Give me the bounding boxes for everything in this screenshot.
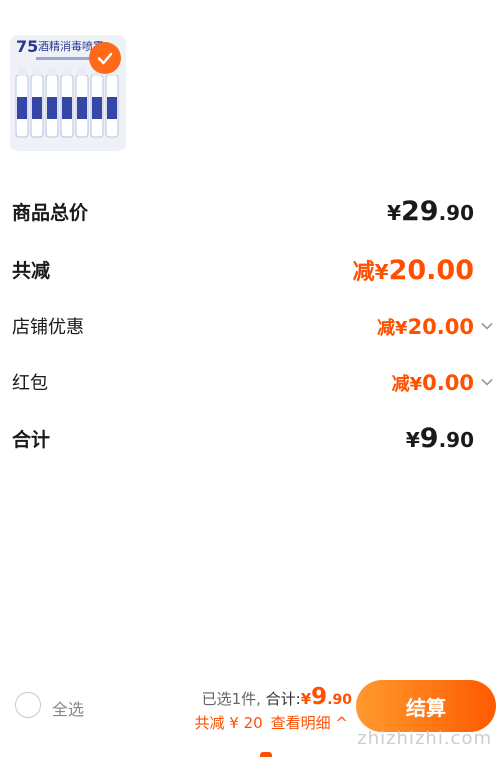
total-int: 9 bbox=[311, 684, 328, 710]
select-all-label[interactable]: 全选 bbox=[52, 696, 84, 720]
red-packet-amount: 减¥0.00 bbox=[391, 371, 474, 395]
view-details-link[interactable]: 查看明细 ^ bbox=[271, 714, 348, 732]
checkout-button[interactable]: 结算 bbox=[356, 680, 496, 732]
total-yen: ¥ bbox=[300, 690, 312, 708]
home-indicator bbox=[260, 752, 272, 757]
select-all-radio[interactable] bbox=[15, 692, 41, 718]
grand-total-row: 合计 ¥9.90 bbox=[12, 423, 500, 454]
grand-total-label: 合计 bbox=[12, 429, 51, 451]
total-discount-amount: 减¥20.00 bbox=[352, 255, 474, 286]
selection-summary: 已选1件, 合计:¥9.90 bbox=[202, 684, 352, 710]
checkout-bar: 全选 已选1件, 合计:¥9.90 共减 ¥ 20 查看明细 ^ 结算 zhizh… bbox=[0, 670, 500, 757]
selected-check-icon[interactable] bbox=[89, 42, 121, 74]
red-packet-row[interactable]: 红包 减¥0.00 bbox=[12, 369, 500, 395]
shop-discount-label: 店铺优惠 bbox=[12, 317, 84, 338]
total-dec: .90 bbox=[327, 692, 352, 708]
checkout-label: 结算 bbox=[406, 695, 446, 720]
goods-total-amount: ¥29.90 bbox=[387, 196, 474, 227]
shop-discount-row[interactable]: 店铺优惠 减¥20.00 bbox=[12, 313, 500, 339]
chevron-down-icon[interactable] bbox=[480, 319, 494, 333]
watermark-text: zhizhizhi.com bbox=[357, 728, 492, 749]
grand-total-amount: ¥9.90 bbox=[405, 423, 474, 454]
chevron-down-icon[interactable] bbox=[480, 375, 494, 389]
goods-total-label: 商品总价 bbox=[12, 202, 89, 224]
thumb-badge: 75 bbox=[16, 37, 38, 56]
total-label: 合计: bbox=[265, 690, 301, 708]
discount-summary: 共减 ¥ 20 查看明细 ^ bbox=[194, 712, 348, 733]
shop-discount-amount: 减¥20.00 bbox=[377, 315, 474, 339]
total-discount-label: 共减 bbox=[12, 260, 51, 282]
selected-count: 已选1件, bbox=[201, 690, 261, 708]
goods-total-row: 商品总价 ¥29.90 bbox=[12, 196, 500, 227]
discount-text: 共减 ¥ 20 bbox=[194, 714, 263, 732]
total-discount-row: 共减 减¥20.00 bbox=[12, 255, 500, 286]
red-packet-label: 红包 bbox=[12, 373, 48, 394]
